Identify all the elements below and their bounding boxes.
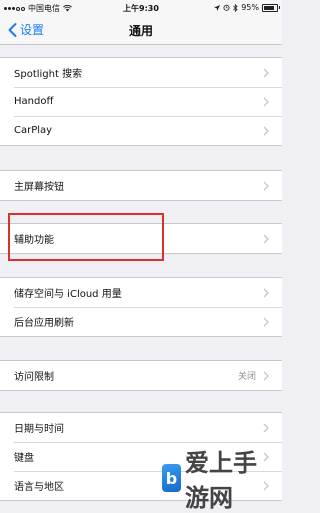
navigation-bar: 设置 通用: [0, 16, 282, 45]
chevron-right-icon: [263, 234, 269, 243]
chevron-right-icon: [263, 288, 269, 297]
settings-row-date-time[interactable]: 日期与时间: [0, 413, 282, 442]
settings-row-carplay[interactable]: CarPlay: [0, 116, 282, 145]
settings-row-restrictions[interactable]: 访问限制 关闭: [0, 361, 282, 390]
battery-icon: [262, 3, 280, 12]
row-label: 访问限制: [14, 372, 54, 383]
settings-group-4: 储存空间与 iCloud 用量 后台应用刷新: [0, 277, 282, 337]
row-label: CarPlay: [14, 125, 53, 136]
row-label: 主屏幕按钮: [14, 182, 64, 193]
settings-row-home-button[interactable]: 主屏幕按钮: [0, 171, 282, 200]
battery-percent: 95%: [241, 3, 259, 12]
row-label: Handoff: [14, 96, 54, 107]
row-label: 日期与时间: [14, 424, 64, 435]
row-label: 储存空间与 iCloud 用量: [14, 289, 122, 300]
settings-row-storage-icloud[interactable]: 储存空间与 iCloud 用量: [0, 278, 282, 307]
chevron-right-icon: [263, 423, 269, 432]
watermark-text: 爱上手游网: [185, 449, 257, 512]
chevron-right-icon: [263, 181, 269, 190]
bluetooth-icon: [233, 3, 238, 12]
settings-row-background-refresh[interactable]: 后台应用刷新: [0, 307, 282, 336]
row-label: 后台应用刷新: [14, 318, 74, 329]
alarm-icon: [223, 4, 230, 11]
settings-group-2: 主屏幕按钮: [0, 170, 282, 201]
chevron-right-icon: [263, 97, 269, 106]
chevron-right-icon: [263, 126, 269, 135]
watermark: b 爱上手游网: [162, 449, 280, 512]
settings-group-5: 访问限制 关闭: [0, 360, 282, 391]
status-bar: 中国电信 上午9:30 95%: [0, 0, 282, 16]
row-label: Spotlight 搜索: [14, 69, 83, 80]
settings-row-spotlight[interactable]: Spotlight 搜索: [0, 58, 282, 87]
row-value: 关闭: [237, 372, 256, 382]
chevron-right-icon: [263, 317, 269, 326]
page-title: 通用: [128, 24, 153, 38]
annotation-highlight-box: [8, 213, 164, 261]
settings-row-handoff[interactable]: Handoff: [0, 87, 282, 116]
watermark-logo-icon: b: [162, 464, 181, 492]
settings-group-1: Spotlight 搜索 Handoff CarPlay: [0, 57, 282, 146]
chevron-right-icon: [263, 371, 269, 380]
location-icon: [214, 4, 221, 11]
status-right: 95%: [214, 3, 280, 12]
chevron-right-icon: [263, 68, 269, 77]
